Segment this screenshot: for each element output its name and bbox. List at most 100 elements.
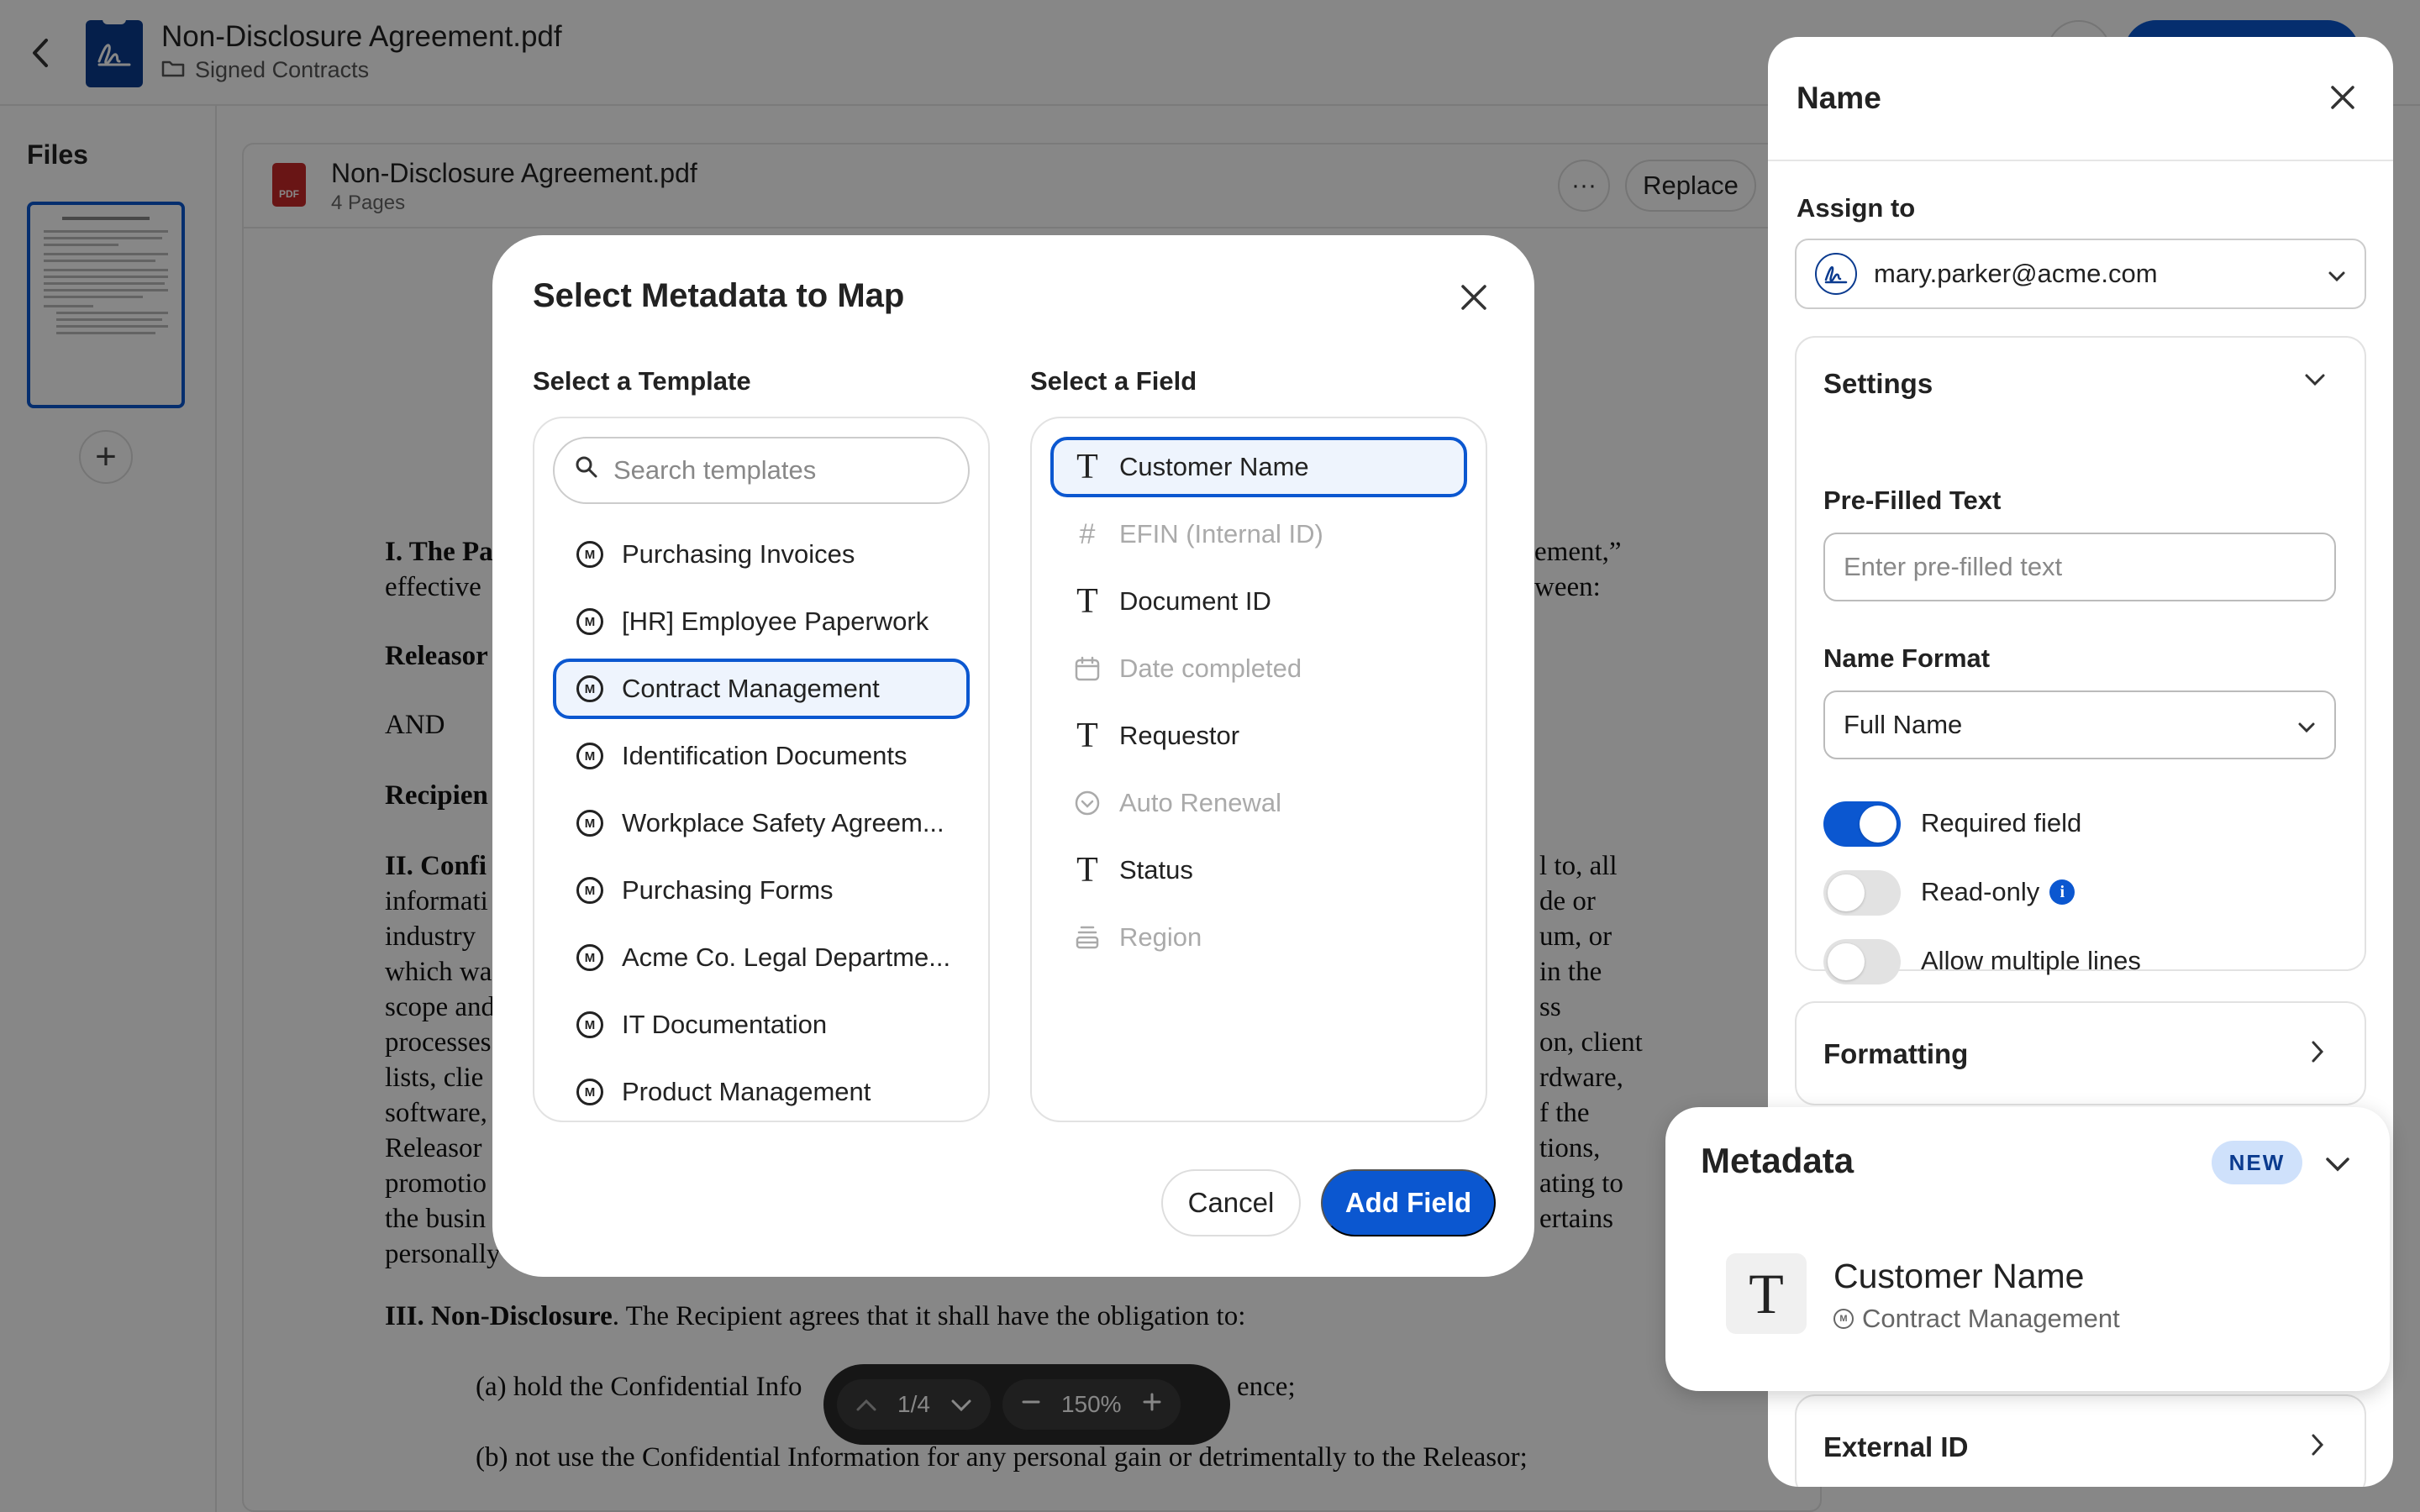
template-item[interactable]: M Identification Documents [553, 726, 970, 786]
formatting-title: Formatting [1823, 1038, 1969, 1069]
field-label: EFIN (Internal ID) [1119, 519, 1323, 549]
template-label: Workplace Safety Agreem... [622, 808, 944, 837]
template-label: Acme Co. Legal Departme... [622, 942, 951, 972]
cancel-button[interactable]: Cancel [1161, 1169, 1301, 1236]
metadata-template-icon: M [576, 608, 603, 635]
template-label: Identification Documents [622, 741, 908, 770]
read-only-toggle[interactable] [1823, 870, 1901, 916]
list-icon [1074, 924, 1101, 951]
template-label: IT Documentation [622, 1010, 828, 1039]
read-only-label-group: Read-only i [1921, 877, 2075, 907]
modal-title: Select Metadata to Map [533, 277, 905, 314]
close-icon[interactable] [1454, 277, 1494, 318]
field-label: Auto Renewal [1119, 788, 1282, 817]
field-item-disabled: Auto Renewal [1050, 773, 1467, 833]
search-placeholder: Search templates [613, 455, 817, 485]
template-label: Product Management [622, 1077, 871, 1106]
check-circle-icon [1074, 790, 1101, 816]
field-item-disabled: # EFIN (Internal ID) [1050, 504, 1467, 564]
chevron-down-icon [2328, 259, 2346, 289]
select-template-label: Select a Template [533, 366, 751, 396]
metadata-template-icon: M [576, 743, 603, 769]
text-icon: T [1076, 448, 1098, 486]
template-item-selected[interactable]: M Contract Management [553, 659, 970, 719]
allow-multiple-lines-label: Allow multiple lines [1921, 946, 2141, 975]
add-field-button[interactable]: Add Field [1321, 1169, 1496, 1236]
template-item[interactable]: M Workplace Safety Agreem... [553, 793, 970, 853]
metadata-template-icon: M [576, 877, 603, 904]
chevron-down-icon[interactable] [2321, 1147, 2354, 1181]
metadata-title: Metadata [1701, 1141, 1854, 1180]
assignee-email: mary.parker@acme.com [1874, 259, 2158, 288]
allow-multiple-lines-toggle[interactable] [1823, 939, 1901, 984]
name-format-select[interactable]: Full Name [1823, 690, 2336, 759]
close-icon[interactable] [2323, 77, 2363, 118]
field-label: Document ID [1119, 586, 1271, 616]
required-field-toggle[interactable] [1823, 801, 1901, 847]
settings-title[interactable]: Settings [1823, 368, 1933, 400]
metadata-template-icon: M [576, 810, 603, 837]
field-item-disabled: Date completed [1050, 638, 1467, 699]
chevron-down-icon [2297, 710, 2316, 740]
panel-title: Name [1797, 81, 1881, 115]
calendar-icon [1074, 655, 1101, 682]
chevron-right-icon [2311, 1433, 2324, 1461]
template-label: [HR] Employee Paperwork [622, 606, 929, 636]
field-item-selected[interactable]: T Customer Name [1050, 437, 1467, 497]
template-item[interactable]: M [HR] Employee Paperwork [553, 591, 970, 652]
text-field-icon: T [1726, 1253, 1807, 1334]
template-label: Purchasing Invoices [622, 539, 855, 569]
chevron-down-icon[interactable] [2304, 373, 2326, 391]
required-field-label: Required field [1921, 808, 2082, 837]
field-label: Customer Name [1119, 452, 1309, 481]
mapped-template-name: Contract Management [1862, 1304, 2120, 1333]
template-search-input[interactable]: Search templates [553, 437, 970, 504]
signer-avatar-icon [1815, 253, 1857, 295]
metadata-template-icon: M [576, 1011, 603, 1038]
template-label: Contract Management [622, 674, 880, 703]
text-icon: T [1076, 717, 1098, 755]
chevron-right-icon [2311, 1040, 2324, 1068]
prefilled-text-label: Pre-Filled Text [1823, 486, 2002, 515]
assignee-select[interactable]: mary.parker@acme.com [1795, 239, 2366, 309]
metadata-template-icon: M [576, 944, 603, 971]
name-format-label: Name Format [1823, 643, 1991, 673]
mapped-template: M Contract Management [1833, 1304, 2120, 1334]
metadata-section: Metadata NEW T Customer Name M Contract … [1665, 1107, 2390, 1391]
text-icon: T [1076, 582, 1098, 621]
template-item[interactable]: M Product Management [553, 1062, 970, 1122]
new-badge: NEW [2212, 1141, 2302, 1184]
metadata-template-icon: M [576, 675, 603, 702]
name-format-value: Full Name [1844, 710, 1963, 739]
template-item[interactable]: M Purchasing Forms [553, 860, 970, 921]
template-item[interactable]: M IT Documentation [553, 995, 970, 1055]
info-icon[interactable]: i [2049, 879, 2075, 905]
field-label: Status [1119, 855, 1193, 885]
metadata-template-icon: M [576, 541, 603, 568]
field-label: Region [1119, 922, 1202, 952]
assign-to-label: Assign to [1797, 193, 1916, 223]
template-list: Search templates M Purchasing Invoices M [… [533, 417, 990, 1122]
hash-icon: # [1079, 517, 1096, 550]
field-item-disabled: Region [1050, 907, 1467, 968]
mapped-field-name: Customer Name [1833, 1257, 2085, 1295]
field-item[interactable]: T Document ID [1050, 571, 1467, 632]
metadata-template-icon: M [576, 1079, 603, 1105]
formatting-section[interactable]: Formatting [1795, 1001, 2366, 1105]
select-field-label: Select a Field [1030, 366, 1197, 396]
field-list: T Customer Name # EFIN (Internal ID) T Docu… [1030, 417, 1487, 1122]
field-label: Requestor [1119, 721, 1240, 750]
settings-section: Settings Pre-Filled Text Enter pre-fille… [1795, 336, 2366, 984]
read-only-label: Read-only [1921, 877, 2040, 906]
external-id-title: External ID [1823, 1431, 1969, 1462]
field-item[interactable]: T Requestor [1050, 706, 1467, 766]
template-label: Purchasing Forms [622, 875, 834, 905]
template-item[interactable]: M Acme Co. Legal Departme... [553, 927, 970, 988]
external-id-section[interactable]: External ID [1795, 1394, 2366, 1487]
panel-header: Name [1768, 37, 2393, 161]
select-metadata-modal: Select Metadata to Map Select a Template… [492, 235, 1534, 1277]
field-item[interactable]: T Status [1050, 840, 1467, 900]
prefilled-text-input[interactable]: Enter pre-filled text [1823, 533, 2336, 601]
text-icon: T [1076, 851, 1098, 890]
template-item[interactable]: M Purchasing Invoices [553, 524, 970, 585]
